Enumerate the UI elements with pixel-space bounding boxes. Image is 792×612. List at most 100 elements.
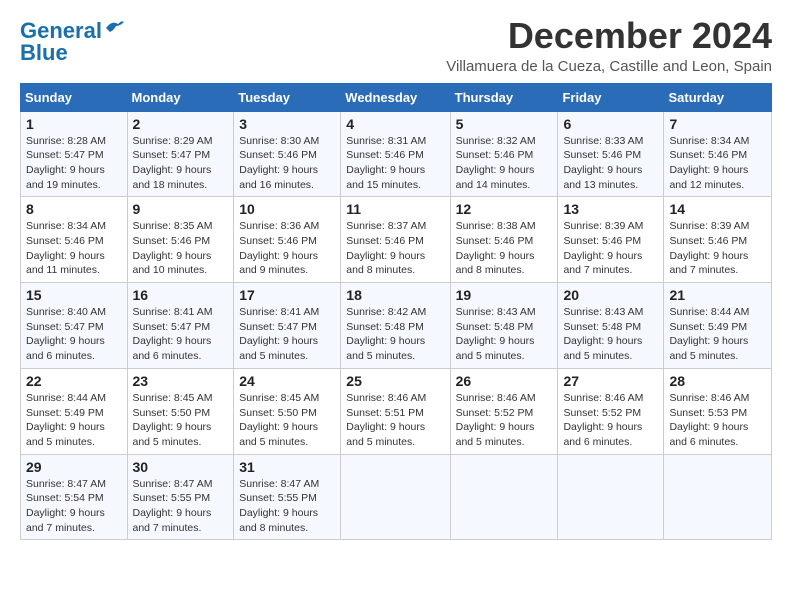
day-number: 31	[239, 459, 335, 475]
day-number: 1	[26, 116, 122, 132]
day-info: Sunrise: 8:42 AM Sunset: 5:48 PM Dayligh…	[346, 305, 444, 364]
day-number: 24	[239, 373, 335, 389]
bird-icon	[104, 18, 126, 36]
day-number: 3	[239, 116, 335, 132]
day-number: 14	[669, 201, 766, 217]
calendar-cell	[450, 454, 558, 540]
day-number: 12	[456, 201, 553, 217]
day-info: Sunrise: 8:35 AM Sunset: 5:46 PM Dayligh…	[133, 219, 229, 278]
calendar-cell: 20Sunrise: 8:43 AM Sunset: 5:48 PM Dayli…	[558, 283, 664, 369]
day-number: 6	[563, 116, 658, 132]
day-number: 29	[26, 459, 122, 475]
calendar-cell: 15Sunrise: 8:40 AM Sunset: 5:47 PM Dayli…	[21, 283, 128, 369]
calendar-cell: 6 Sunrise: 8:33 AM Sunset: 5:46 PM Daylig…	[558, 111, 664, 197]
calendar-cell: 16 Sunrise: 8:41 AM Sunset: 5:47 PM Dayli…	[127, 283, 234, 369]
day-info: Sunrise: 8:34 AM Sunset: 5:46 PM Dayligh…	[669, 134, 766, 193]
day-number: 18	[346, 287, 444, 303]
calendar-cell: 3 Sunrise: 8:30 AM Sunset: 5:46 PM Daylig…	[234, 111, 341, 197]
day-info: Sunrise: 8:30 AM Sunset: 5:46 PM Dayligh…	[239, 134, 335, 193]
week-row-3: 15Sunrise: 8:40 AM Sunset: 5:47 PM Dayli…	[21, 283, 772, 369]
day-info: Sunrise: 8:44 AM Sunset: 5:49 PM Dayligh…	[26, 391, 122, 450]
day-info: Sunrise: 8:47 AM Sunset: 5:55 PM Dayligh…	[133, 477, 229, 536]
day-number: 22	[26, 373, 122, 389]
day-number: 2	[133, 116, 229, 132]
calendar-cell: 31 Sunrise: 8:47 AM Sunset: 5:55 PM Dayli…	[234, 454, 341, 540]
col-header-saturday: Saturday	[664, 83, 772, 111]
day-info: Sunrise: 8:32 AM Sunset: 5:46 PM Dayligh…	[456, 134, 553, 193]
day-number: 8	[26, 201, 122, 217]
day-number: 30	[133, 459, 229, 475]
day-number: 15	[26, 287, 122, 303]
col-header-wednesday: Wednesday	[341, 83, 450, 111]
day-info: Sunrise: 8:39 AM Sunset: 5:46 PM Dayligh…	[669, 219, 766, 278]
day-number: 19	[456, 287, 553, 303]
logo-text: General	[20, 20, 102, 42]
day-info: Sunrise: 8:29 AM Sunset: 5:47 PM Dayligh…	[133, 134, 229, 193]
calendar-cell: 22 Sunrise: 8:44 AM Sunset: 5:49 PM Dayli…	[21, 368, 128, 454]
day-number: 28	[669, 373, 766, 389]
day-info: Sunrise: 8:28 AM Sunset: 5:47 PM Dayligh…	[26, 134, 122, 193]
day-info: Sunrise: 8:47 AM Sunset: 5:55 PM Dayligh…	[239, 477, 335, 536]
day-info: Sunrise: 8:39 AM Sunset: 5:46 PM Dayligh…	[563, 219, 658, 278]
calendar-cell: 23Sunrise: 8:45 AM Sunset: 5:50 PM Dayli…	[127, 368, 234, 454]
day-number: 9	[133, 201, 229, 217]
day-info: Sunrise: 8:38 AM Sunset: 5:46 PM Dayligh…	[456, 219, 553, 278]
day-number: 20	[563, 287, 658, 303]
day-info: Sunrise: 8:45 AM Sunset: 5:50 PM Dayligh…	[239, 391, 335, 450]
calendar-cell: 29Sunrise: 8:47 AM Sunset: 5:54 PM Dayli…	[21, 454, 128, 540]
calendar-cell: 12 Sunrise: 8:38 AM Sunset: 5:46 PM Dayli…	[450, 197, 558, 283]
page-header: General Blue December 2024 Villamuera de…	[20, 16, 772, 75]
calendar-cell: 10Sunrise: 8:36 AM Sunset: 5:46 PM Dayli…	[234, 197, 341, 283]
day-info: Sunrise: 8:36 AM Sunset: 5:46 PM Dayligh…	[239, 219, 335, 278]
col-header-sunday: Sunday	[21, 83, 128, 111]
logo: General Blue	[20, 20, 126, 64]
week-row-2: 8 Sunrise: 8:34 AM Sunset: 5:46 PM Daylig…	[21, 197, 772, 283]
day-info: Sunrise: 8:43 AM Sunset: 5:48 PM Dayligh…	[456, 305, 553, 364]
location-title: Villamuera de la Cueza, Castille and Leo…	[446, 58, 772, 75]
day-number: 27	[563, 373, 658, 389]
day-info: Sunrise: 8:37 AM Sunset: 5:46 PM Dayligh…	[346, 219, 444, 278]
calendar-cell: 24 Sunrise: 8:45 AM Sunset: 5:50 PM Dayli…	[234, 368, 341, 454]
calendar-cell: 5 Sunrise: 8:32 AM Sunset: 5:46 PM Daylig…	[450, 111, 558, 197]
day-number: 7	[669, 116, 766, 132]
day-number: 23	[133, 373, 229, 389]
calendar-cell: 11 Sunrise: 8:37 AM Sunset: 5:46 PM Dayli…	[341, 197, 450, 283]
calendar-cell: 4Sunrise: 8:31 AM Sunset: 5:46 PM Daylig…	[341, 111, 450, 197]
logo-blue-text: Blue	[20, 42, 68, 64]
calendar-cell: 30 Sunrise: 8:47 AM Sunset: 5:55 PM Dayli…	[127, 454, 234, 540]
day-info: Sunrise: 8:46 AM Sunset: 5:52 PM Dayligh…	[456, 391, 553, 450]
day-info: Sunrise: 8:46 AM Sunset: 5:51 PM Dayligh…	[346, 391, 444, 450]
col-header-friday: Friday	[558, 83, 664, 111]
col-header-monday: Monday	[127, 83, 234, 111]
day-info: Sunrise: 8:41 AM Sunset: 5:47 PM Dayligh…	[239, 305, 335, 364]
day-number: 16	[133, 287, 229, 303]
day-number: 13	[563, 201, 658, 217]
calendar-cell: 17 Sunrise: 8:41 AM Sunset: 5:47 PM Dayli…	[234, 283, 341, 369]
calendar-cell: 21Sunrise: 8:44 AM Sunset: 5:49 PM Dayli…	[664, 283, 772, 369]
col-header-tuesday: Tuesday	[234, 83, 341, 111]
calendar-body: 1 Sunrise: 8:28 AM Sunset: 5:47 PM Daylig…	[21, 111, 772, 540]
day-info: Sunrise: 8:46 AM Sunset: 5:52 PM Dayligh…	[563, 391, 658, 450]
week-row-1: 1 Sunrise: 8:28 AM Sunset: 5:47 PM Daylig…	[21, 111, 772, 197]
calendar-cell: 7 Sunrise: 8:34 AM Sunset: 5:46 PM Daylig…	[664, 111, 772, 197]
day-info: Sunrise: 8:41 AM Sunset: 5:47 PM Dayligh…	[133, 305, 229, 364]
calendar-cell	[558, 454, 664, 540]
calendar-cell: 1 Sunrise: 8:28 AM Sunset: 5:47 PM Daylig…	[21, 111, 128, 197]
day-number: 26	[456, 373, 553, 389]
day-number: 17	[239, 287, 335, 303]
calendar-cell: 26 Sunrise: 8:46 AM Sunset: 5:52 PM Dayli…	[450, 368, 558, 454]
day-info: Sunrise: 8:46 AM Sunset: 5:53 PM Dayligh…	[669, 391, 766, 450]
day-number: 11	[346, 201, 444, 217]
calendar-cell: 2 Sunrise: 8:29 AM Sunset: 5:47 PM Daylig…	[127, 111, 234, 197]
calendar-header-row: SundayMondayTuesdayWednesdayThursdayFrid…	[21, 83, 772, 111]
day-number: 5	[456, 116, 553, 132]
calendar-cell: 28 Sunrise: 8:46 AM Sunset: 5:53 PM Dayli…	[664, 368, 772, 454]
calendar-cell: 19 Sunrise: 8:43 AM Sunset: 5:48 PM Dayli…	[450, 283, 558, 369]
day-info: Sunrise: 8:31 AM Sunset: 5:46 PM Dayligh…	[346, 134, 444, 193]
day-info: Sunrise: 8:34 AM Sunset: 5:46 PM Dayligh…	[26, 219, 122, 278]
day-info: Sunrise: 8:33 AM Sunset: 5:46 PM Dayligh…	[563, 134, 658, 193]
day-number: 21	[669, 287, 766, 303]
calendar-cell: 13 Sunrise: 8:39 AM Sunset: 5:46 PM Dayli…	[558, 197, 664, 283]
month-title: December 2024	[446, 16, 772, 56]
calendar-cell: 27 Sunrise: 8:46 AM Sunset: 5:52 PM Dayli…	[558, 368, 664, 454]
